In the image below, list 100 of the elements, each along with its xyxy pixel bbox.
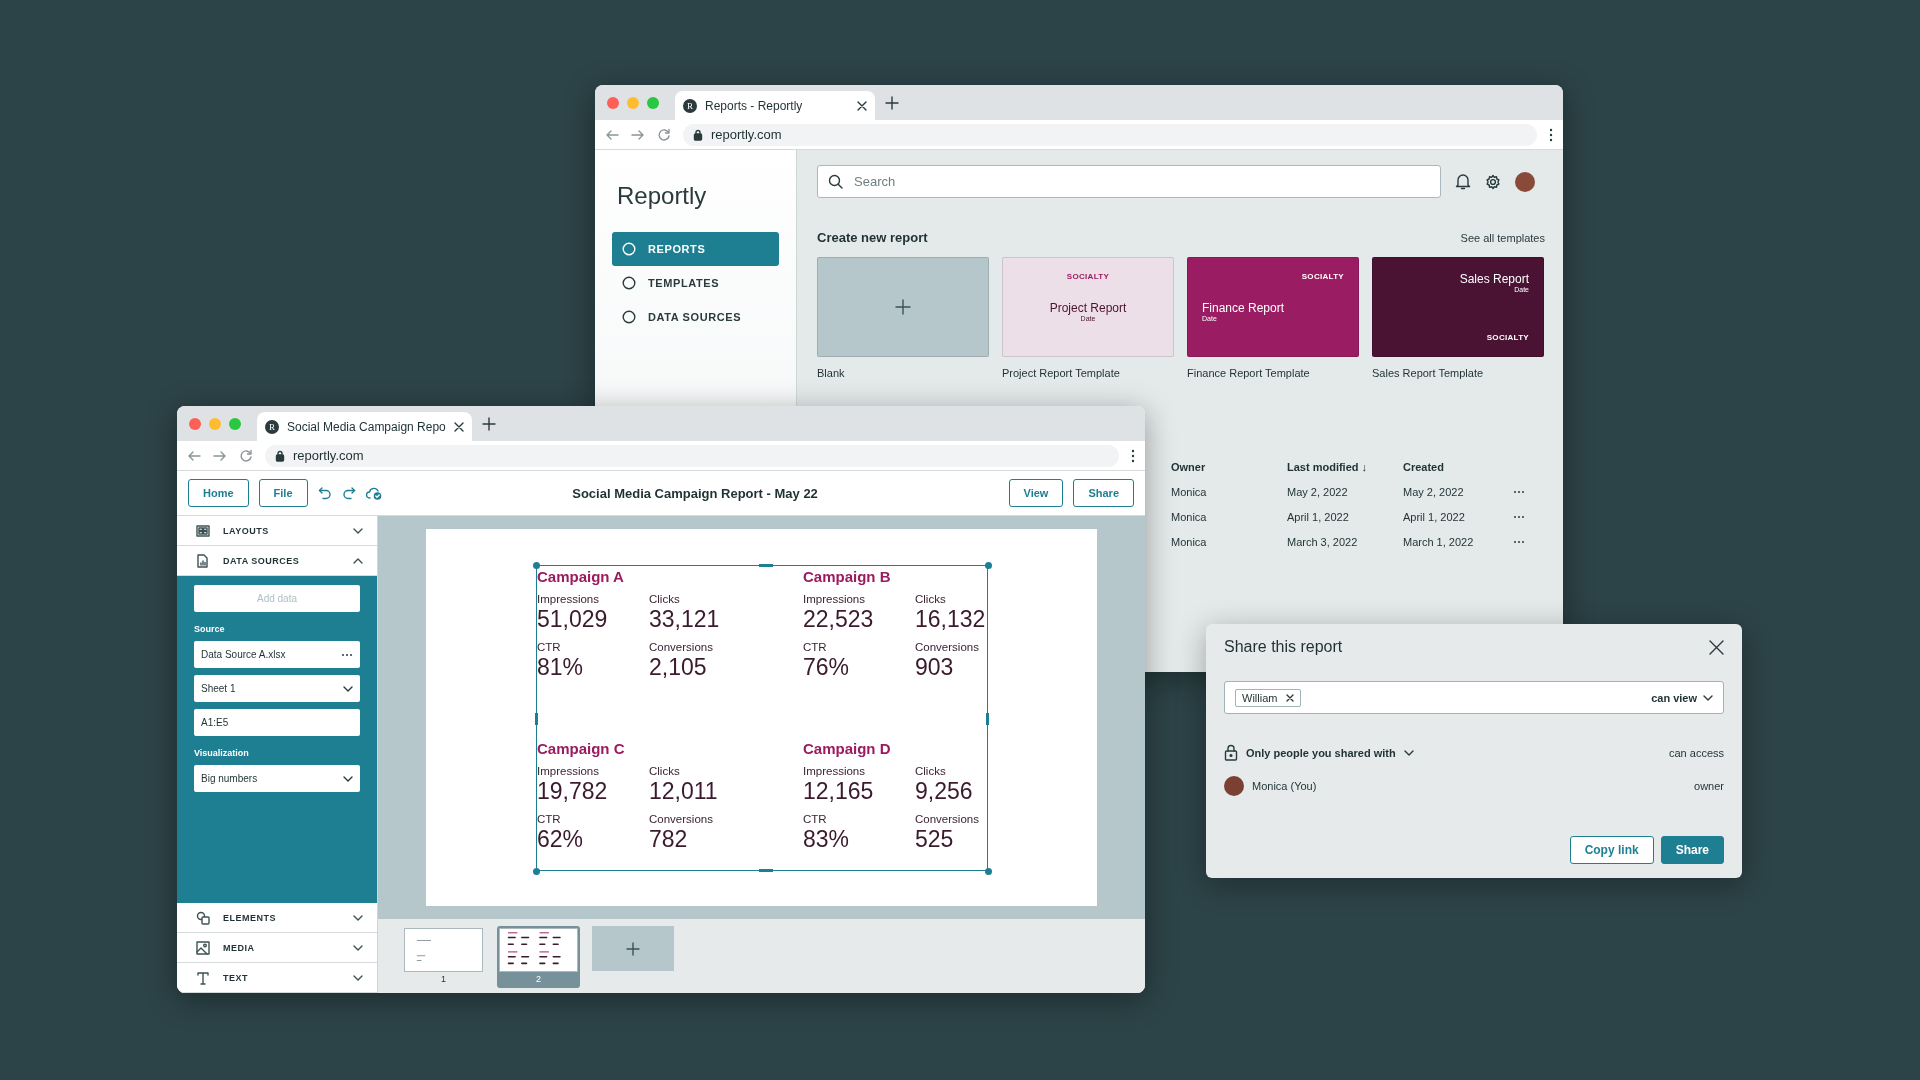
table-cell-text: April 1, 2022: [1403, 511, 1466, 523]
metric-value: 525: [915, 827, 955, 853]
campaign-title: Campaign B: [803, 568, 891, 585]
metric-label: Impressions: [537, 765, 600, 777]
metric-value: 83%: [803, 827, 851, 853]
section-label: DATA SOURCES: [223, 555, 301, 566]
metric-label: Clicks: [649, 593, 681, 605]
source-field[interactable]: Data Source A.xlsx: [194, 641, 360, 668]
permission-dropdown[interactable]: can view: [1651, 691, 1713, 704]
url-text: reportly.com: [711, 127, 782, 142]
template-label: Finance Report Template: [1187, 367, 1311, 379]
metric-label: Clicks: [915, 593, 947, 605]
section-label: ELEMENTS: [223, 912, 277, 923]
card-title: Finance Report: [1202, 301, 1285, 315]
nav-item[interactable]: REPORTS: [612, 232, 779, 266]
slide-number: 2: [536, 973, 541, 986]
nav-label: TEMPLATES: [648, 277, 720, 289]
metric-label: Clicks: [649, 765, 681, 777]
toolbar-button[interactable]: View: [1008, 479, 1064, 507]
sidebar-section[interactable]: ELEMENTS: [177, 903, 377, 933]
metric-label: Conversions: [649, 641, 714, 654]
sidebar-section[interactable]: LAYOUTS: [177, 516, 377, 546]
field-value: Sheet 1: [201, 683, 236, 694]
address-bar[interactable]: reportly.com: [683, 123, 1537, 146]
metric-value: 903: [915, 655, 955, 681]
browser-tab[interactable]: R Reports - Reportly: [675, 91, 875, 120]
metric-value: 76%: [803, 655, 851, 681]
metric-value: 19,782: [537, 779, 609, 805]
document-title: Social Media Campaign Report - May 22: [571, 485, 819, 501]
table-cell-text: May 2, 2022: [1287, 486, 1349, 498]
toolbar-button[interactable]: Share: [1073, 479, 1134, 507]
metric-value: 782: [649, 827, 689, 853]
tab-title: Social Media Campaign Repo: [287, 419, 446, 434]
field-label: Source: [194, 624, 226, 634]
field-label: Visualization: [194, 748, 250, 758]
metric-value: 12,011: [649, 779, 719, 805]
column-header[interactable]: Created: [1403, 461, 1513, 473]
field-value: Big numbers: [201, 773, 258, 784]
share-button[interactable]: Share: [1660, 836, 1724, 864]
metric-label: Impressions: [537, 593, 600, 605]
slide-thumbnail[interactable]: 1: [402, 926, 485, 988]
template-label: Blank: [817, 367, 846, 379]
browser-tab[interactable]: R Social Media Campaign Repo: [257, 412, 472, 441]
brand-text: SOCIALTY: [1301, 272, 1344, 281]
metric-label: CTR: [803, 813, 828, 826]
favicon: R: [683, 98, 697, 113]
nav-label: REPORTS: [648, 243, 706, 255]
metric-value: 9,256: [915, 779, 974, 805]
address-bar[interactable]: reportly.com: [265, 444, 1119, 467]
column-header[interactable]: Last modified ↓: [1287, 461, 1403, 473]
metric-value: 22,523: [803, 607, 875, 633]
field-value: Data Source A.xlsx: [201, 649, 286, 660]
copy-link-button[interactable]: Copy link: [1569, 836, 1654, 864]
toolbar-button[interactable]: Home: [188, 479, 249, 507]
card-title: Project Report: [1049, 301, 1127, 315]
metric-label: Impressions: [803, 593, 866, 605]
person-name: Monica (You): [1252, 780, 1317, 792]
table-cell-text: May 2, 2022: [1403, 486, 1465, 498]
metric-label: Impressions: [803, 765, 866, 777]
access-level: can access: [1668, 746, 1724, 759]
access-dropdown[interactable]: Only people you shared with: [1246, 746, 1414, 759]
sheet-dropdown[interactable]: Sheet 1: [194, 675, 360, 702]
metric-label: Clicks: [915, 765, 947, 777]
brand-text: SOCIALTY: [1486, 333, 1529, 342]
recipient-field[interactable]: William can view: [1224, 681, 1724, 714]
nav-item[interactable]: TEMPLATES: [612, 266, 779, 300]
search-field[interactable]: Search: [817, 165, 1441, 198]
table-cell-text: March 3, 2022: [1287, 536, 1359, 548]
table-cell-text: Monica: [1171, 536, 1208, 548]
campaign-title: Campaign C: [537, 740, 625, 757]
dialog-title: Share this report: [1224, 638, 1343, 656]
favicon: R: [265, 419, 279, 434]
see-all-link[interactable]: See all templates: [1460, 231, 1545, 244]
recipient-chip[interactable]: William: [1235, 688, 1302, 707]
permission-label: can view: [1651, 691, 1697, 704]
metric-value: 81%: [537, 655, 585, 681]
metric-value: 2,105: [649, 655, 708, 681]
sidebar-section[interactable]: MEDIA: [177, 933, 377, 963]
chip-label: William: [1242, 691, 1278, 704]
campaign-title: Campaign A: [537, 568, 624, 585]
card-title: Sales Report: [1459, 272, 1529, 286]
table-cell-text: Monica: [1171, 511, 1208, 523]
column-header[interactable]: Owner: [1171, 461, 1287, 473]
metric-value: 12,165: [803, 779, 875, 805]
table-cell-text: April 1, 2022: [1287, 511, 1350, 523]
sidebar-section[interactable]: TEXT: [177, 963, 377, 993]
metric-value: 16,132: [915, 607, 987, 633]
app-logo: Reportly: [617, 182, 708, 210]
nav-item[interactable]: DATA SOURCES: [612, 300, 779, 334]
metric-value: 62%: [537, 827, 585, 853]
visualization-dropdown[interactable]: Big numbers: [194, 765, 360, 792]
section-heading: Create new report: [817, 230, 928, 245]
field-value: A1:E5: [201, 717, 229, 728]
metric-label: Conversions: [915, 641, 980, 654]
range-field[interactable]: A1:E5: [194, 709, 360, 736]
metric-value: 33,121: [649, 607, 721, 633]
table-cell-text: March 1, 2022: [1403, 536, 1475, 548]
metric-label: CTR: [537, 641, 562, 654]
toolbar-button[interactable]: File: [258, 479, 308, 507]
url-text: reportly.com: [293, 448, 364, 463]
